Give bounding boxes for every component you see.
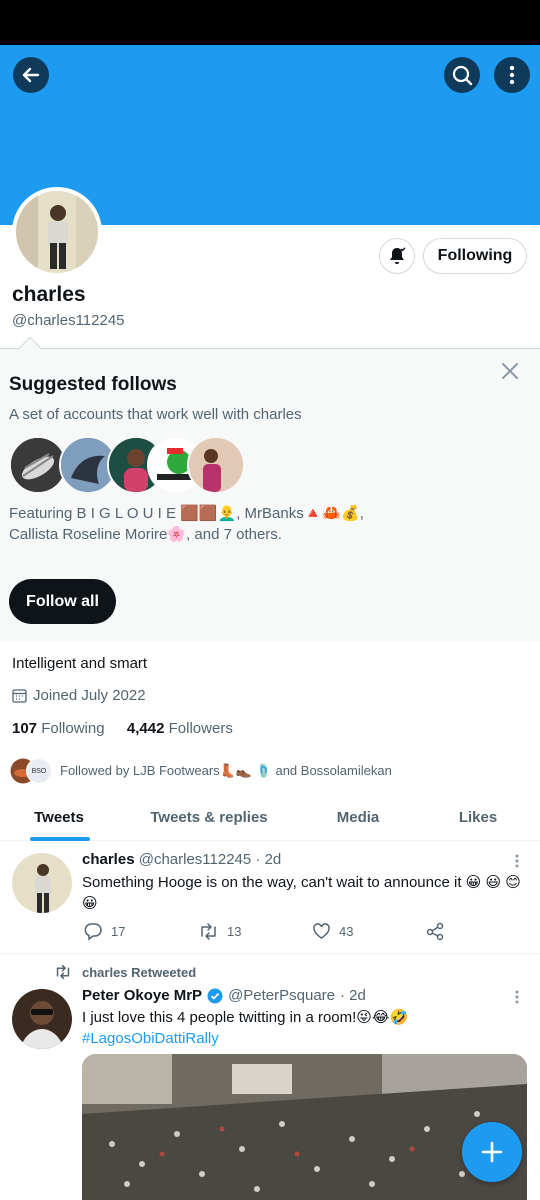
following-button[interactable]: Following [423, 238, 527, 274]
more-vertical-icon [509, 65, 515, 85]
suggested-follows-subtitle: A set of accounts that work well with ch… [9, 406, 302, 423]
tweet-text: I just love this 4 people twitting in a … [82, 1007, 522, 1049]
tweet-author-handle: @charles112245 [138, 851, 252, 868]
reply-button[interactable]: 17 [84, 922, 125, 941]
followers-count: 4,442 [126, 720, 165, 737]
active-tab-indicator [30, 837, 90, 841]
retweeted-by-row: charles Retweeted [54, 964, 196, 980]
featuring-line-1: Featuring B I G L O U I E 🟫🟫👨‍🦲, MrBanks… [9, 505, 364, 522]
followers-label: Followers [168, 720, 233, 737]
back-button[interactable] [13, 57, 49, 93]
tweet-header: Peter Okoye MrP @PeterPsquare · 2d [82, 987, 366, 1004]
tweet-more-button[interactable] [514, 854, 520, 868]
like-count: 43 [339, 924, 354, 939]
compose-tweet-button[interactable] [462, 1122, 522, 1182]
plus-icon [481, 1141, 503, 1163]
tweet-author-handle: @PeterPsquare [228, 987, 336, 1004]
tweet-text: Something Hooge is on the way, can't wai… [82, 874, 521, 912]
tweet-header: charles @charles112245 · 2d [82, 851, 281, 868]
following-count-link[interactable]: 107 Following [12, 720, 105, 737]
profile-joined: Joined July 2022 [12, 687, 146, 704]
tweet-author-avatar[interactable] [12, 989, 72, 1049]
profile-tabs: Tweets Tweets & replies Media Likes [0, 793, 540, 841]
profile-display-name: charles [12, 283, 86, 306]
close-icon [502, 363, 518, 379]
search-button[interactable] [444, 57, 480, 93]
more-vertical-icon [515, 990, 519, 1004]
follower-avatar-2: BSO [26, 758, 52, 784]
suggested-follows-title: Suggested follows [9, 374, 177, 395]
following-count: 107 [12, 720, 38, 737]
calendar-icon [12, 689, 27, 703]
share-icon [426, 922, 444, 941]
tweet-author-avatar[interactable] [12, 853, 72, 913]
retweet-icon [56, 964, 70, 980]
tweet-author-name[interactable]: charles [82, 851, 135, 868]
status-bar [0, 0, 540, 45]
tweet-time: · 2d [340, 987, 366, 1004]
back-arrow-icon [22, 67, 40, 83]
profile-avatar[interactable] [12, 187, 102, 277]
heart-icon [313, 923, 330, 939]
retweet-icon [201, 923, 216, 940]
close-suggestions-button[interactable] [498, 359, 522, 383]
retweet-button[interactable]: 13 [198, 922, 241, 941]
like-button[interactable]: 43 [312, 922, 353, 941]
follow-all-button[interactable]: Follow all [9, 579, 116, 624]
more-options-button[interactable] [494, 57, 530, 93]
tab-tweets-and-replies[interactable]: Tweets & replies [136, 793, 282, 841]
featuring-line-2: Callista Roseline Morire🌸, and 7 others. [9, 526, 282, 543]
followed-by-text: Followed by LJB Footwears👢👞 🩴 and Bossol… [60, 763, 392, 778]
tweet-hashtag[interactable]: #LagosObiDattiRally [82, 1028, 522, 1049]
reply-count: 17 [111, 924, 126, 939]
notifications-button[interactable] [379, 238, 415, 274]
search-icon [452, 65, 473, 86]
verified-badge-icon [207, 988, 223, 1003]
suggested-avatar-5[interactable] [187, 436, 245, 494]
followers-count-link[interactable]: 4,442 Followers [127, 720, 233, 737]
tweet-more-button[interactable] [514, 990, 520, 1004]
tweet-text-body: I just love this 4 people twitting in a … [82, 1009, 409, 1026]
profile-bio: Intelligent and smart [12, 655, 148, 672]
follow-counts: 107 Following 4,442 Followers [12, 720, 233, 737]
bell-check-icon [390, 247, 406, 264]
retweet-count: 13 [227, 924, 242, 939]
svg-text:BSO: BSO [32, 768, 47, 775]
tweet-media-image[interactable] [82, 1054, 527, 1200]
tweet-divider [0, 953, 540, 954]
retweeted-by-text[interactable]: charles Retweeted [82, 965, 196, 980]
tab-tweets[interactable]: Tweets [0, 793, 118, 841]
tab-likes[interactable]: Likes [430, 793, 526, 841]
following-label: Following [41, 720, 105, 737]
suggested-featuring-text: Featuring B I G L O U I E 🟫🟫👨‍🦲, MrBanks… [9, 503, 519, 545]
followed-by-row[interactable]: BSO Followed by LJB Footwears👢👞 🩴 and Bo… [10, 758, 392, 784]
share-button[interactable] [426, 922, 444, 941]
tab-media[interactable]: Media [310, 793, 406, 841]
profile-handle: @charles112245 [12, 312, 125, 329]
more-vertical-icon [515, 854, 519, 868]
reply-icon [84, 923, 102, 941]
tweet-time: · 2d [255, 851, 282, 868]
tweet-author-name[interactable]: Peter Okoye MrP [82, 987, 202, 1004]
joined-date: Joined July 2022 [33, 687, 146, 704]
